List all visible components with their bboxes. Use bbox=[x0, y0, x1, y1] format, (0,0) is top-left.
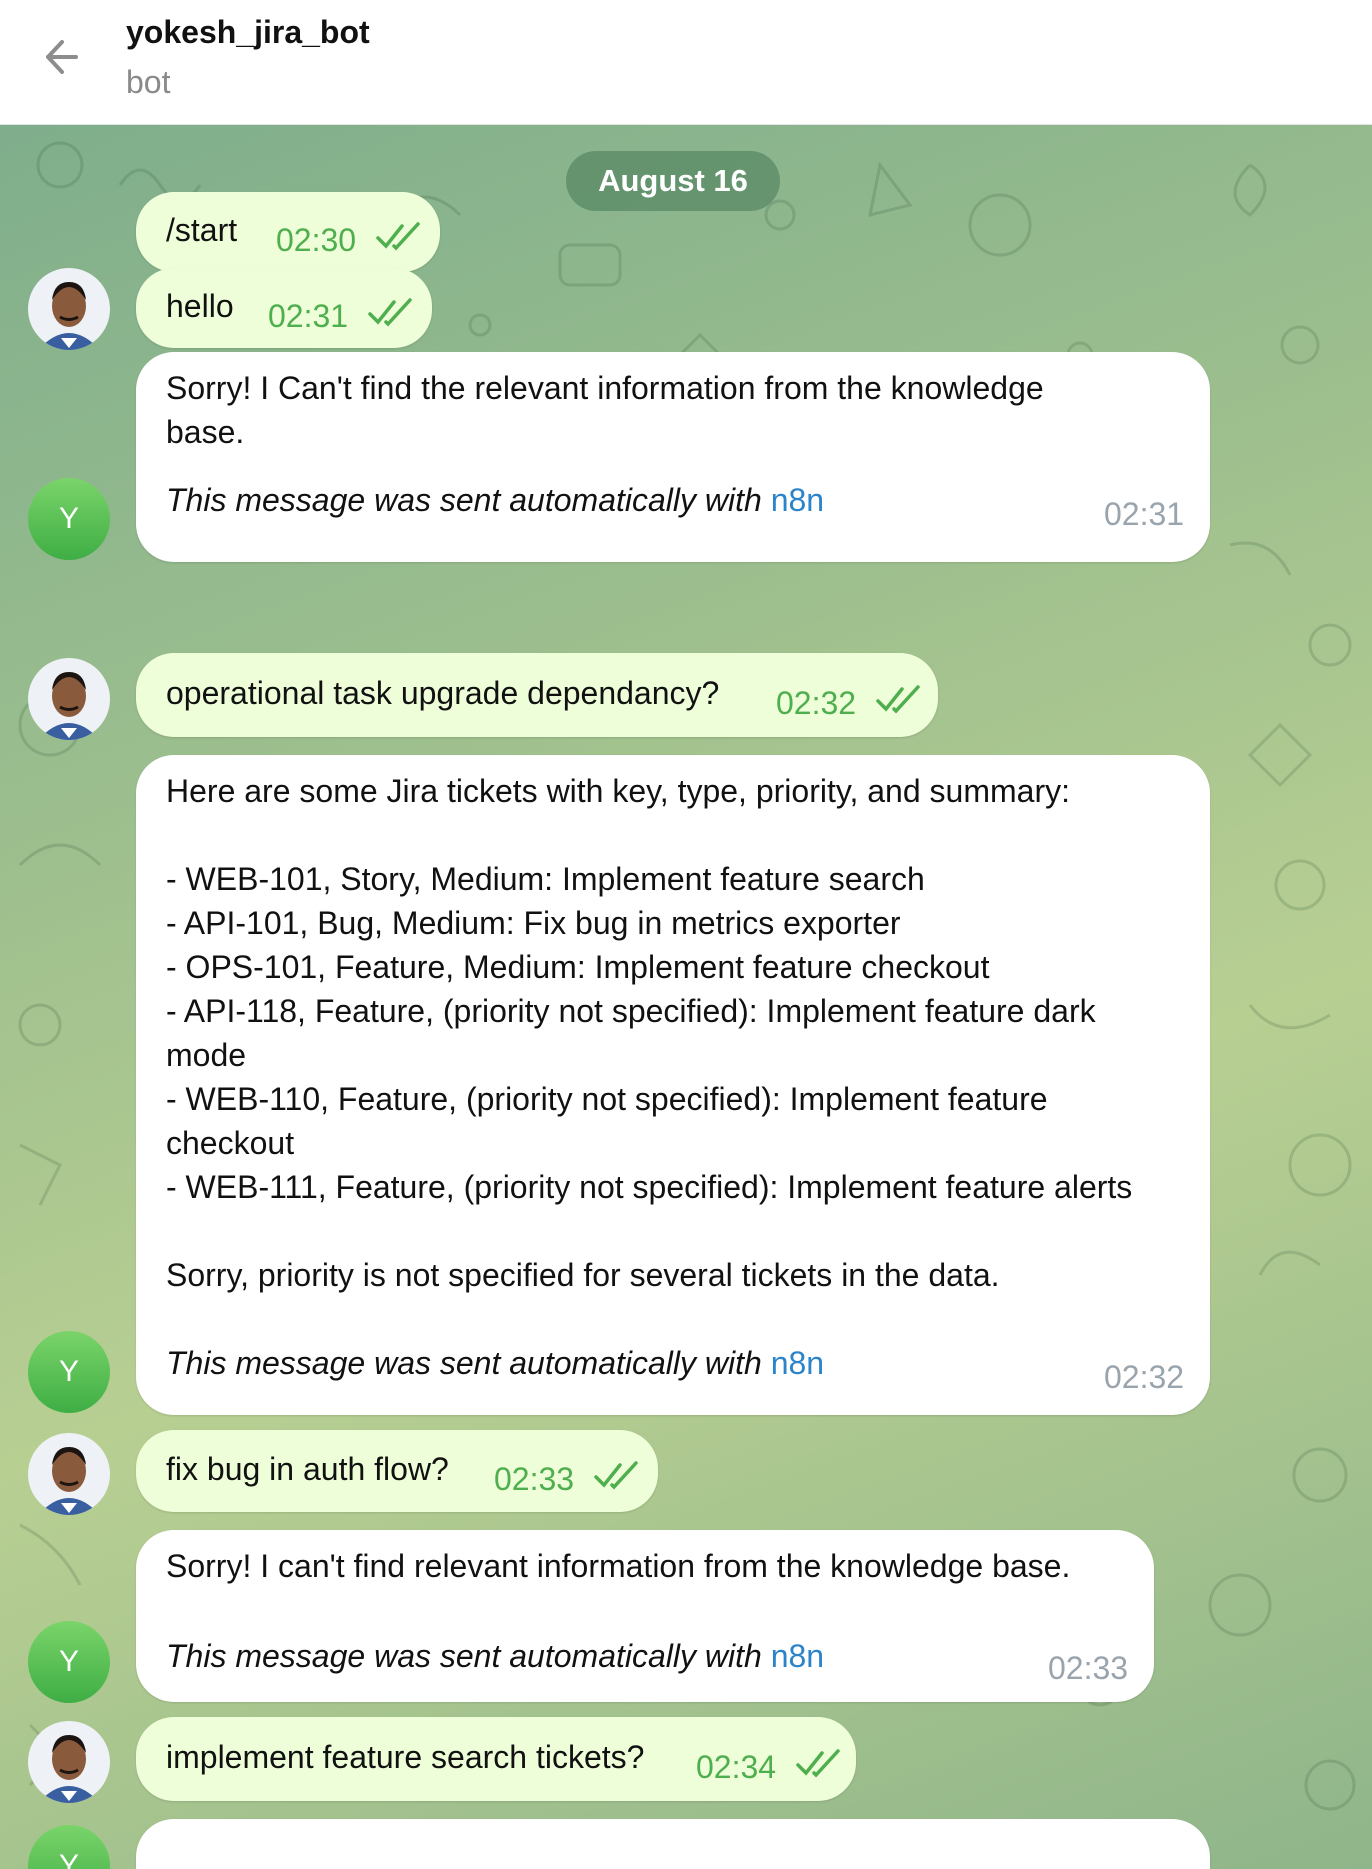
message-time: 02:30 bbox=[276, 222, 357, 258]
message-text: implement feature search tickets? bbox=[166, 1739, 645, 1775]
message-time: 02:32 bbox=[776, 685, 857, 721]
double-check-icon bbox=[594, 1461, 638, 1490]
bot-avatar[interactable]: Y bbox=[28, 478, 110, 560]
message-text: operational task upgrade dependancy? bbox=[166, 675, 720, 711]
outgoing-message[interactable]: implement feature search tickets? 02:34 bbox=[136, 1717, 856, 1801]
outgoing-message[interactable]: /start 02:30 bbox=[136, 192, 440, 272]
message-text: hello bbox=[166, 288, 234, 324]
message-time: 02:32 bbox=[1104, 1359, 1185, 1395]
chat-header: yokesh_jira_bot bot bbox=[0, 0, 1372, 125]
outgoing-message[interactable]: hello 02:31 bbox=[136, 268, 432, 348]
user-avatar[interactable] bbox=[28, 1433, 110, 1515]
back-arrow-icon[interactable] bbox=[36, 30, 90, 84]
message-time: 02:31 bbox=[1104, 496, 1185, 532]
message-time: 02:31 bbox=[268, 298, 349, 334]
command-link[interactable]: /start bbox=[166, 208, 237, 252]
user-avatar[interactable] bbox=[28, 1721, 110, 1803]
incoming-message[interactable]: Here are some Jira tickets with key, typ… bbox=[136, 755, 1210, 1415]
message-time: 02:34 bbox=[696, 1749, 777, 1785]
bot-avatar[interactable]: Y bbox=[28, 1331, 110, 1413]
auto-sent-note: This message was sent automatically with… bbox=[166, 1638, 825, 1674]
bot-avatar[interactable]: Y bbox=[28, 1621, 110, 1703]
message-time: 02:33 bbox=[494, 1461, 575, 1497]
date-separator: August 16 bbox=[566, 151, 780, 211]
n8n-link[interactable]: n8n bbox=[771, 482, 824, 518]
auto-sent-note: This message was sent automatically with… bbox=[166, 1345, 825, 1381]
double-check-icon bbox=[876, 685, 920, 714]
double-check-icon bbox=[368, 298, 412, 327]
user-avatar[interactable] bbox=[28, 658, 110, 740]
double-check-icon bbox=[796, 1749, 840, 1778]
double-check-icon bbox=[376, 222, 420, 251]
outgoing-message[interactable]: fix bug in auth flow? 02:33 bbox=[136, 1430, 658, 1512]
message-time: 02:33 bbox=[1048, 1650, 1129, 1686]
message-text: Sorry! I Can't find the relevant informa… bbox=[166, 370, 1053, 450]
n8n-link[interactable]: n8n bbox=[771, 1638, 824, 1674]
incoming-message[interactable]: Sorry! I Can't find the relevant informa… bbox=[136, 352, 1210, 562]
chat-title[interactable]: yokesh_jira_bot bbox=[126, 14, 370, 51]
n8n-link[interactable]: n8n bbox=[771, 1345, 824, 1381]
message-text: fix bug in auth flow? bbox=[166, 1451, 449, 1487]
incoming-message[interactable]: Sorry! I can't find relevant information… bbox=[136, 1530, 1154, 1702]
user-avatar[interactable] bbox=[28, 268, 110, 350]
message-list[interactable]: August 16 /start 02:30 hello 02:31 Sorry… bbox=[0, 125, 1372, 1869]
message-text: Sorry! I can't find relevant information… bbox=[166, 1548, 1071, 1584]
message-text: Here are some Jira tickets with key, typ… bbox=[166, 773, 1133, 1293]
outgoing-message[interactable]: operational task upgrade dependancy? 02:… bbox=[136, 653, 938, 737]
chat-subtitle: bot bbox=[126, 64, 171, 100]
auto-sent-note: This message was sent automatically with… bbox=[166, 482, 825, 518]
incoming-message-partial[interactable] bbox=[136, 1819, 1210, 1869]
